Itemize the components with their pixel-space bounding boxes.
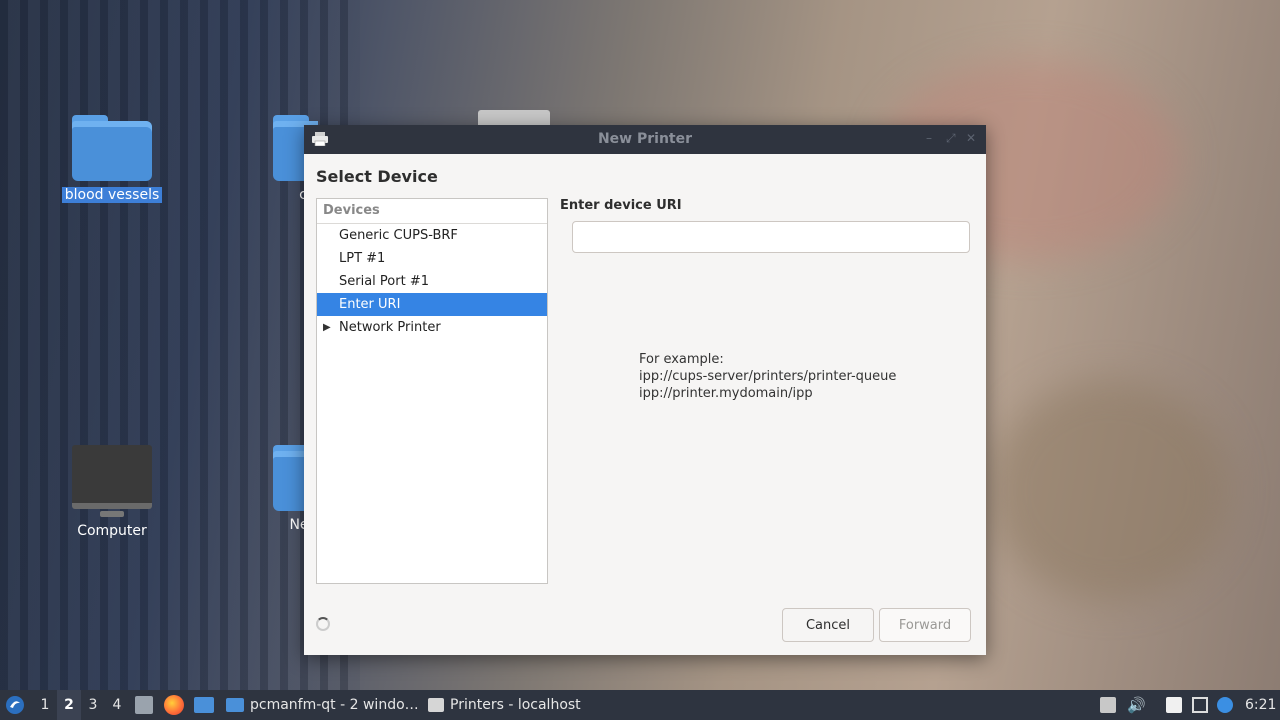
device-item-network-printer[interactable]: ▶ Network Printer — [317, 316, 547, 339]
window-title: New Printer — [597, 131, 693, 147]
uri-example: For example: ipp://cups-server/printers/… — [639, 351, 896, 402]
network-icon[interactable] — [1192, 697, 1208, 713]
example-line: ipp://printer.mydomain/ipp — [639, 386, 813, 401]
workspace-1[interactable]: 1 — [33, 690, 57, 720]
tray-arrow-icon[interactable] — [1100, 697, 1116, 713]
start-menu-icon[interactable] — [5, 695, 25, 715]
task-printers[interactable]: Printers - localhost — [428, 690, 581, 720]
desktop-icon[interactable] — [194, 697, 214, 713]
desktop-icon-label: blood vessels — [61, 187, 163, 203]
forward-button[interactable]: Forward — [879, 608, 971, 642]
cancel-button[interactable]: Cancel — [782, 608, 874, 642]
device-uri-input[interactable] — [572, 221, 970, 253]
device-item-serial-port1[interactable]: Serial Port #1 — [317, 270, 547, 293]
folder-icon — [226, 698, 244, 712]
task-label: Printers - localhost — [450, 697, 581, 713]
task-pcmanfm[interactable]: pcmanfm-qt - 2 windo… — [226, 690, 419, 720]
uri-label: Enter device URI — [560, 198, 682, 213]
page-title: Select Device — [316, 167, 438, 186]
device-item-label: LPT #1 — [339, 251, 386, 266]
workspace-2[interactable]: 2 — [57, 690, 81, 720]
loading-spinner-icon — [316, 617, 330, 631]
device-item-label: Network Printer — [339, 320, 441, 335]
new-printer-dialog: New Printer – ⤢ ✕ Select Device Devices … — [304, 125, 986, 655]
example-line: ipp://cups-server/printers/printer-queue — [639, 369, 897, 384]
device-list-header[interactable]: Devices — [317, 199, 547, 224]
wallpaper-blob — [990, 380, 1230, 600]
maximize-icon[interactable]: ⤢ — [946, 131, 956, 146]
clock[interactable]: 6:21 — [1245, 690, 1276, 720]
printer-icon — [478, 110, 550, 126]
folder-icon — [72, 115, 152, 181]
printer-icon — [428, 698, 444, 712]
taskbar: 1 2 3 4 pcmanfm-qt - 2 windo… Printers -… — [0, 690, 1280, 720]
device-item-enter-uri[interactable]: Enter URI — [317, 293, 547, 316]
workspace-3[interactable]: 3 — [81, 690, 105, 720]
device-item-generic-cups-brf[interactable]: Generic CUPS-BRF — [317, 224, 547, 247]
task-label: pcmanfm-qt - 2 windo… — [250, 697, 419, 713]
volume-icon[interactable]: 🔊 — [1127, 690, 1146, 720]
device-item-label: Generic CUPS-BRF — [339, 228, 458, 243]
device-item-label: Enter URI — [339, 297, 401, 312]
workspace-4[interactable]: 4 — [105, 690, 129, 720]
desktop-icon-blood-vessels[interactable]: blood vessels — [57, 115, 167, 203]
desktop-icon-computer[interactable]: Computer — [57, 445, 167, 539]
clipboard-icon[interactable] — [1166, 697, 1182, 713]
device-item-label: Serial Port #1 — [339, 274, 429, 289]
file-manager-icon[interactable] — [135, 696, 153, 714]
example-line: For example: — [639, 352, 724, 367]
expand-triangle-icon[interactable]: ▶ — [323, 316, 331, 339]
device-item-lpt1[interactable]: LPT #1 — [317, 247, 547, 270]
close-icon[interactable]: ✕ — [966, 131, 976, 145]
computer-icon — [72, 445, 152, 517]
device-list: Devices Generic CUPS-BRF LPT #1 Serial P… — [316, 198, 548, 584]
update-notifier-icon[interactable] — [1217, 697, 1233, 713]
desktop-icon-label: Computer — [77, 523, 147, 539]
minimize-icon[interactable]: – — [926, 131, 932, 145]
firefox-icon[interactable] — [164, 695, 184, 715]
titlebar[interactable]: New Printer – ⤢ ✕ — [304, 125, 986, 154]
